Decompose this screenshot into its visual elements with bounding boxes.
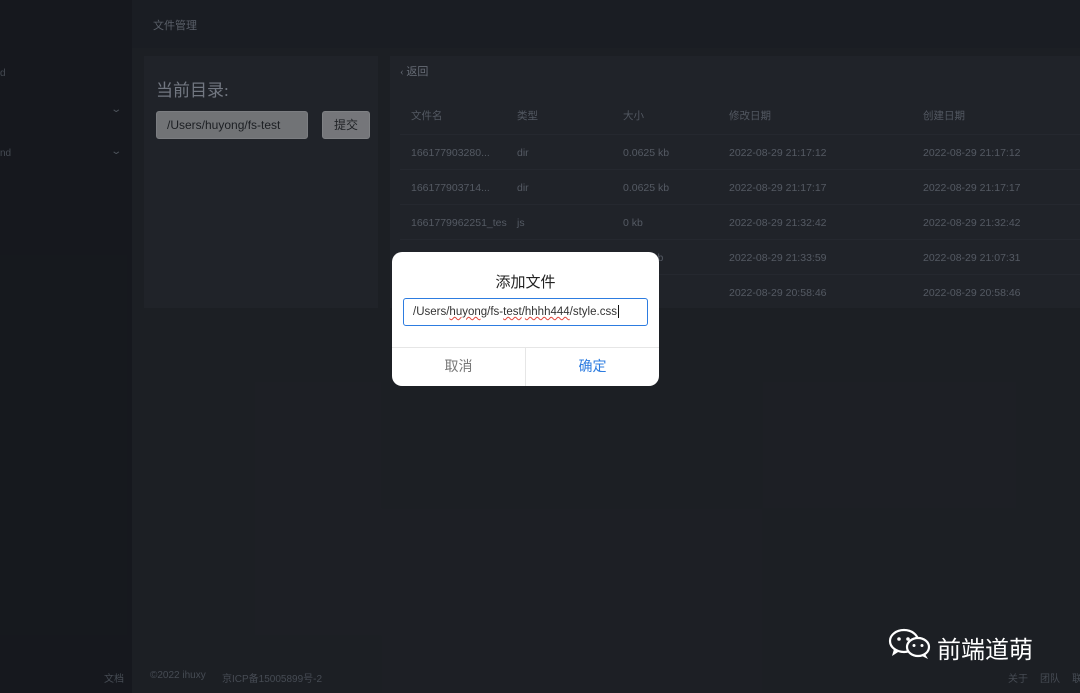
input-text: /style.css	[569, 306, 617, 318]
cancel-button[interactable]: 取消	[392, 348, 526, 386]
dialog-button-bar: 取消 确定	[392, 347, 659, 386]
add-file-dialog: 添加文件 /Users/huyong/fs-test/hhhh444/style…	[392, 252, 659, 386]
input-text: test	[503, 306, 522, 318]
dialog-title: 添加文件	[495, 275, 556, 291]
watermark-text: 前端道萌	[937, 636, 1033, 664]
text-caret	[617, 305, 619, 319]
wechat-icon	[888, 628, 931, 659]
input-text: huyong	[449, 306, 488, 318]
input-text: hhhh444	[524, 306, 570, 318]
input-text: /fs-	[487, 306, 504, 318]
file-path-input[interactable]: /Users/huyong/fs-test/hhhh444/style.css	[403, 298, 648, 326]
confirm-button[interactable]: 确定	[526, 348, 659, 386]
input-text: /Users/	[413, 306, 450, 318]
